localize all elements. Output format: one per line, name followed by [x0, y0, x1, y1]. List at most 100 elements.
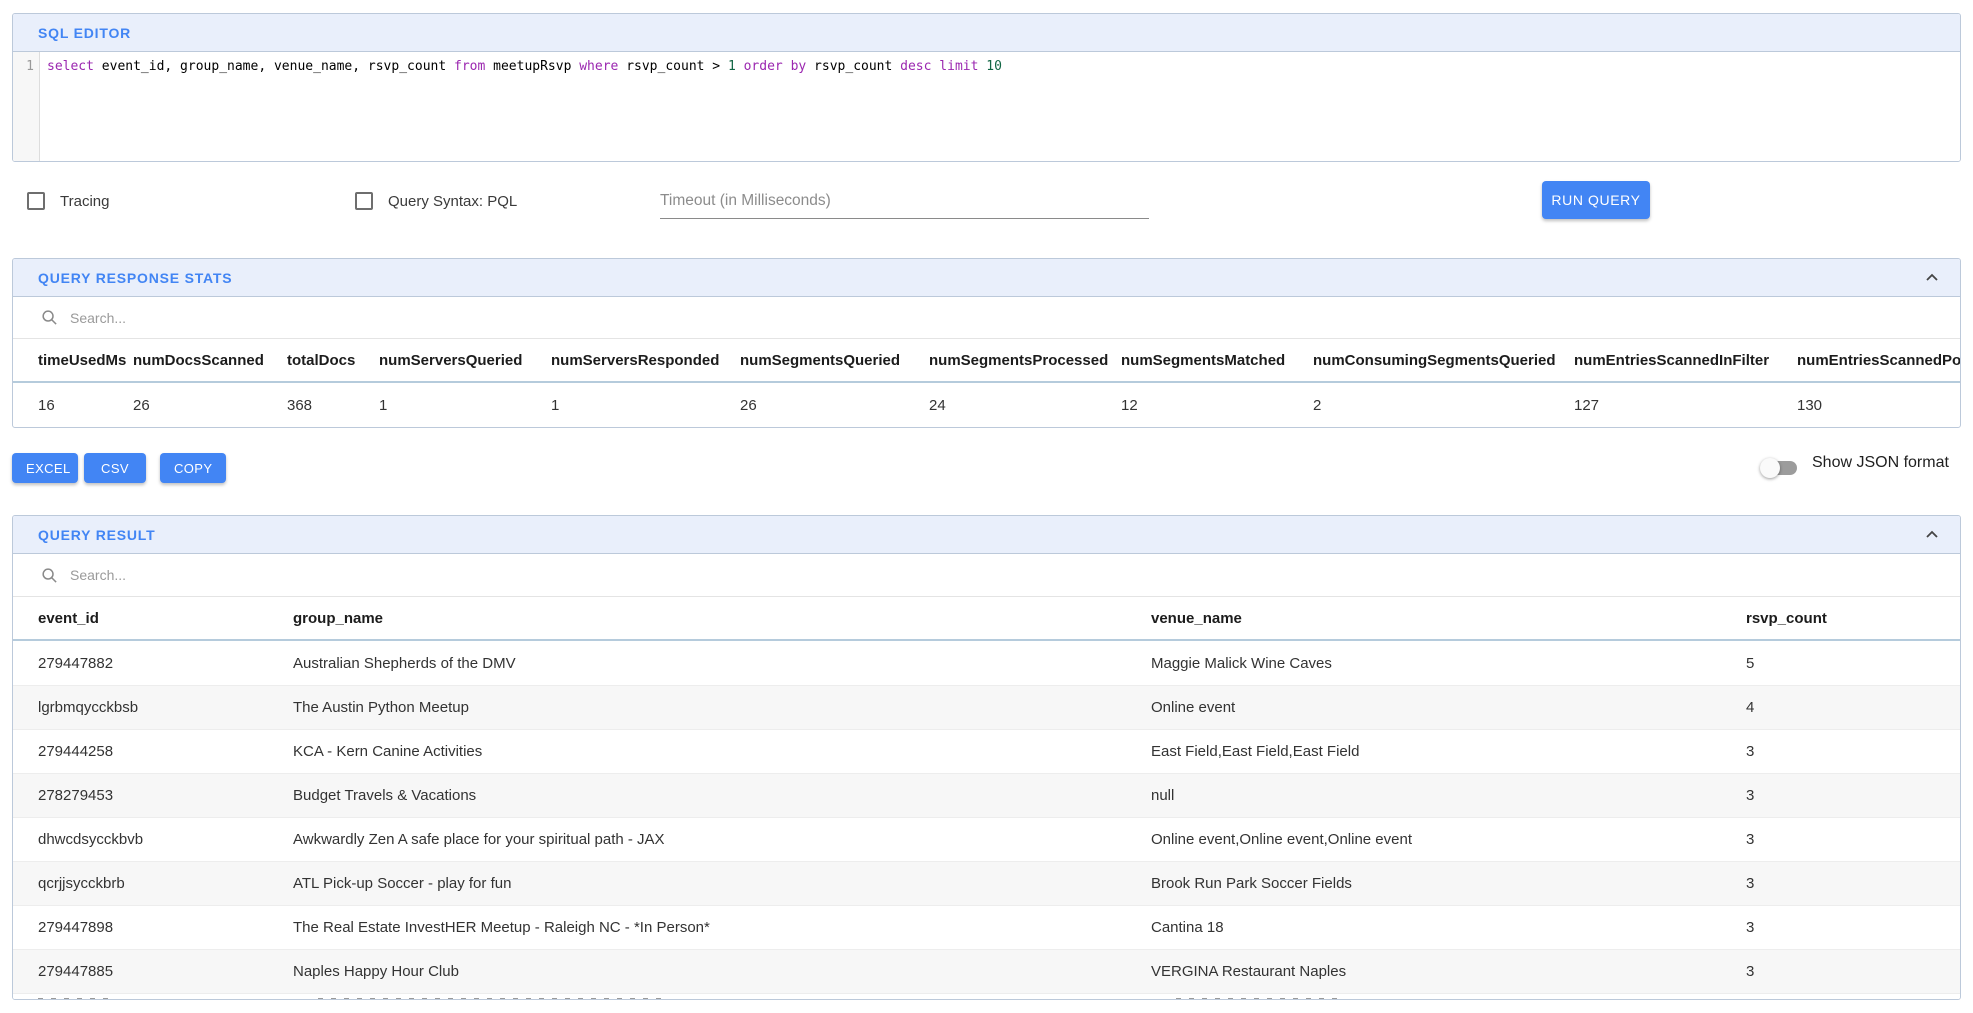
stats-value-cell: 2	[1313, 383, 1574, 428]
sql-token-keyword: limit	[939, 59, 978, 74]
stats-column-header: numEntriesScannedInFilter	[1574, 339, 1797, 381]
sql-code-editor[interactable]: 1 select event_id, group_name, venue_nam…	[13, 52, 1960, 161]
result-cell: Cantina 18	[1151, 906, 1746, 949]
table-row: 279447885Naples Happy Hour ClubVERGINA R…	[13, 949, 1960, 993]
show-json-toggle[interactable]	[1760, 458, 1800, 478]
result-cell: Brook Run Park Soccer Fields	[1151, 862, 1746, 905]
query-response-stats-panel: QUERY RESPONSE STATS timeUsedMsnumDocsSc…	[12, 258, 1961, 428]
result-cell: lgrbmqycckbsb	[13, 686, 293, 729]
stats-value-cell: 130	[1797, 383, 1961, 428]
stats-column-header: numEntriesScannedPostFilter	[1797, 339, 1961, 381]
run-query-button[interactable]: RUN QUERY	[1542, 181, 1650, 219]
stats-value-cell: 26	[740, 383, 929, 428]
stats-column-header: numDocsScanned	[133, 339, 287, 381]
table-row: qcrjjsycckbrbATL Pick-up Soccer - play f…	[13, 861, 1960, 905]
stats-value-cell: 24	[929, 383, 1121, 428]
result-cell: 3	[1746, 906, 1937, 949]
result-cell: 279447898	[13, 906, 293, 949]
timeout-field	[660, 186, 1149, 219]
result-cell: 3	[1746, 818, 1937, 861]
table-row: 279447882Australian Shepherds of the DMV…	[13, 641, 1960, 685]
result-column-header: venue_name	[1151, 597, 1746, 639]
stats-value-cell: 127	[1574, 383, 1797, 428]
clipped-text-fragment	[318, 998, 663, 1000]
result-cell: ATL Pick-up Soccer - play for fun	[293, 862, 1151, 905]
result-cell: The Austin Python Meetup	[293, 686, 1151, 729]
timeout-input[interactable]	[660, 186, 1149, 219]
stats-value-row: 1626368112624122127130	[13, 383, 1960, 428]
result-panel-title: QUERY RESULT	[38, 527, 155, 543]
stats-panel-title: QUERY RESPONSE STATS	[38, 270, 232, 286]
query-result-panel: QUERY RESULT event_idgroup_namevenue_nam…	[12, 515, 1961, 1000]
table-row: 278279453Budget Travels & Vacationsnull3	[13, 773, 1960, 817]
show-json-toggle-label: Show JSON format	[1812, 454, 1949, 472]
stats-column-header: numServersQueried	[379, 339, 551, 381]
result-cell: Awkwardly Zen A safe place for your spir…	[293, 818, 1151, 861]
result-cell: 3	[1746, 774, 1937, 817]
result-search-row	[13, 554, 1960, 597]
result-cell: Maggie Malick Wine Caves	[1151, 641, 1746, 685]
sql-query[interactable]: select event_id, group_name, venue_name,…	[40, 52, 1960, 161]
stats-value-cell: 1	[551, 383, 740, 428]
result-cell: 3	[1746, 730, 1937, 773]
line-number: 1	[26, 59, 34, 74]
result-cell: VERGINA Restaurant Naples	[1151, 950, 1746, 993]
result-cell: 279447885	[13, 950, 293, 993]
result-cell: Budget Travels & Vacations	[293, 774, 1151, 817]
stats-search-row	[13, 297, 1960, 339]
sql-token-number: 1	[728, 59, 736, 74]
stats-column-header: numSegmentsMatched	[1121, 339, 1313, 381]
result-search-input[interactable]	[70, 567, 470, 583]
stats-value-cell: 12	[1121, 383, 1313, 428]
stats-value-cell: 368	[287, 383, 379, 428]
stats-column-header: timeUsedMs	[13, 339, 133, 381]
table-row: lgrbmqycckbsbThe Austin Python MeetupOnl…	[13, 685, 1960, 729]
search-icon	[41, 567, 58, 584]
sql-token-keyword: select	[47, 59, 94, 74]
tracing-checkbox-group[interactable]: Tracing	[27, 192, 109, 210]
pql-label: Query Syntax: PQL	[388, 193, 517, 210]
stats-value-cell: 1	[379, 383, 551, 428]
stats-column-header: numConsumingSegmentsQueried	[1313, 339, 1574, 381]
result-cell: Australian Shepherds of the DMV	[293, 641, 1151, 685]
stats-column-header: numSegmentsProcessed	[929, 339, 1121, 381]
result-cell: 4	[1746, 686, 1937, 729]
sql-editor-title: SQL EDITOR	[38, 25, 131, 41]
sql-token-keyword: order by	[744, 59, 807, 74]
csv-button[interactable]: CSV	[84, 453, 146, 483]
tracing-label: Tracing	[60, 193, 109, 210]
collapse-chevron-up-icon[interactable]	[1922, 525, 1942, 545]
sql-token-plain: event_id, group_name, venue_name, rsvp_c…	[94, 59, 454, 74]
result-cell: null	[1151, 774, 1746, 817]
clipped-text-fragment	[38, 998, 116, 1000]
result-cell: Online event,Online event,Online event	[1151, 818, 1746, 861]
stats-column-header: numServersResponded	[551, 339, 740, 381]
toggle-knob-icon	[1760, 458, 1780, 478]
stats-column-header: totalDocs	[287, 339, 379, 381]
excel-button[interactable]: EXCEL	[12, 453, 78, 483]
collapse-chevron-up-icon[interactable]	[1922, 268, 1942, 288]
result-column-header: group_name	[293, 597, 1151, 639]
result-cell: East Field,East Field,East Field	[1151, 730, 1746, 773]
sql-editor-header: SQL EDITOR	[13, 14, 1960, 52]
result-cell: 279447882	[13, 641, 293, 685]
result-cell: dhwcdsycckbvb	[13, 818, 293, 861]
stats-column-header: numSegmentsQueried	[740, 339, 929, 381]
pql-checkbox-group[interactable]: Query Syntax: PQL	[355, 192, 517, 210]
copy-button[interactable]: COPY	[160, 453, 226, 483]
sql-token-number: 10	[986, 59, 1002, 74]
sql-token-plain	[736, 59, 744, 74]
tracing-checkbox[interactable]	[27, 192, 45, 210]
sql-token-plain: rsvp_count	[806, 59, 900, 74]
sql-token-keyword: desc	[900, 59, 931, 74]
stats-header-row: timeUsedMsnumDocsScannedtotalDocsnumServ…	[13, 339, 1960, 383]
result-column-header: event_id	[13, 597, 293, 639]
table-row: 279447898The Real Estate InvestHER Meetu…	[13, 905, 1960, 949]
result-cell: 278279453	[13, 774, 293, 817]
result-cell: 3	[1746, 862, 1937, 905]
result-cell: 279444258	[13, 730, 293, 773]
stats-search-input[interactable]	[70, 310, 470, 326]
pql-checkbox[interactable]	[355, 192, 373, 210]
result-cell: KCA - Kern Canine Activities	[293, 730, 1151, 773]
sql-token-plain: rsvp_count >	[618, 59, 728, 74]
